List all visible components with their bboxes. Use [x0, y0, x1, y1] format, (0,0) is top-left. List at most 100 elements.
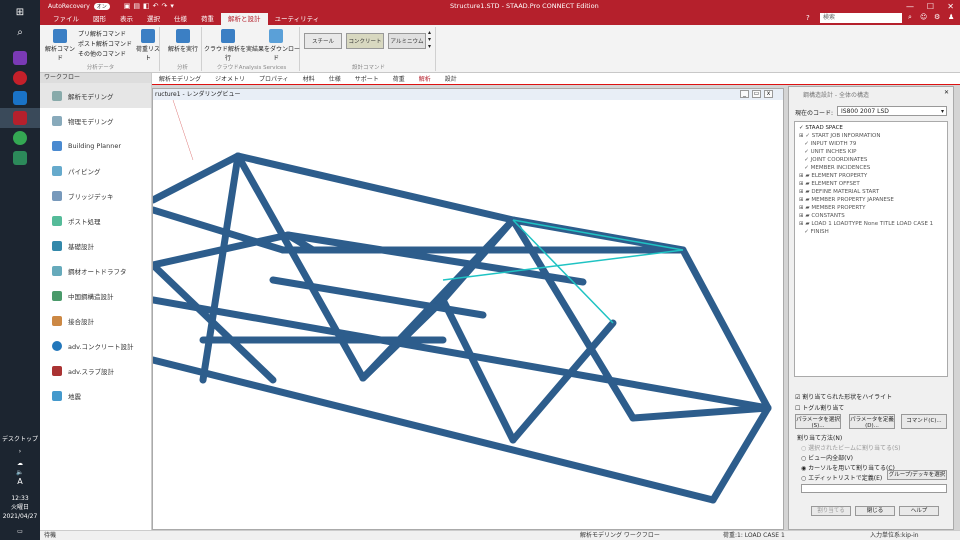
select-params-button[interactable]: パラメータを選択(S)...	[795, 414, 841, 429]
tree-node[interactable]: ⊞ ▰ ELEMENT OFFSET	[799, 180, 943, 188]
code-select[interactable]: IS800 2007 LSD ▾	[837, 106, 947, 116]
highlight-checkbox[interactable]: ☑ 割り当てられた形状をハイライト	[795, 392, 892, 401]
maximize-button[interactable]: ☐	[927, 2, 934, 11]
page-tab-design[interactable]: 設計	[438, 74, 464, 83]
workflow-item[interactable]: adv.コンクリート設計	[40, 333, 151, 358]
workflow-item[interactable]: 物理モデリング	[40, 108, 151, 133]
search-icon[interactable]: ⌕	[908, 13, 912, 22]
analysis-command-button[interactable]: 解析コマンド	[44, 29, 76, 62]
workflow-item[interactable]: adv.スラブ設計	[40, 358, 151, 383]
rendering-viewport[interactable]: ructure1 - レンダリングビュー _ ▭ x	[152, 88, 784, 530]
tab-view[interactable]: 表示	[113, 13, 140, 25]
radio-all-in-view[interactable]: ○ ビュー内全部(V)	[801, 453, 853, 462]
workflow-item[interactable]: ブリッジデッキ	[40, 183, 151, 208]
workflow-item[interactable]: ポスト処理	[40, 208, 151, 233]
tree-node[interactable]: ⊞ ▰ DEFINE MATERIAL START	[799, 188, 943, 196]
close-panel-button[interactable]: 閉じる	[855, 506, 895, 516]
pre-analysis-command-button[interactable]: プリ解析コマンド	[78, 29, 126, 38]
viewport-restore-button[interactable]: ▭	[752, 90, 761, 98]
onedrive-icon[interactable]: ☁	[0, 459, 40, 468]
app-icon[interactable]	[0, 148, 40, 168]
tab-utility[interactable]: ユーティリティ	[268, 13, 327, 25]
cloud-run-button[interactable]: クラウド解析を実行	[204, 29, 252, 62]
command-tree[interactable]: ✓ STAAD SPACE ⊞ ✓ START JOB INFORMATION …	[794, 121, 948, 377]
tree-node[interactable]: ✓ STAAD SPACE	[799, 124, 943, 132]
close-button[interactable]: ✕	[947, 2, 954, 11]
tree-node[interactable]: ⊞ ▰ MEMBER PROPERTY	[799, 204, 943, 212]
workflow-item[interactable]: 地震	[40, 383, 151, 408]
assign-button[interactable]: 割り当てる	[811, 506, 851, 516]
tab-load[interactable]: 荷重	[194, 13, 221, 25]
tree-node[interactable]: ✓ INPUT WIDTH 79	[799, 140, 943, 148]
onenote-app-icon[interactable]	[0, 48, 40, 68]
viewport-minimize-button[interactable]: _	[740, 90, 749, 98]
tree-node[interactable]: ⊞ ▰ LOAD 1 LOADTYPE None TITLE LOAD CASE…	[799, 220, 943, 228]
tab-select[interactable]: 選択	[140, 13, 167, 25]
page-tab-analysis[interactable]: 解析	[412, 74, 438, 83]
page-tab-spec[interactable]: 仕様	[322, 74, 348, 83]
workflow-item[interactable]: パイピング	[40, 158, 151, 183]
tree-node[interactable]: ✓ FINISH	[799, 228, 943, 236]
settings-icon[interactable]: ⚙	[934, 13, 940, 21]
help-button[interactable]: ヘルプ	[899, 506, 939, 516]
concrete-button[interactable]: コンクリート	[346, 33, 384, 49]
ime-indicator[interactable]: A	[0, 477, 40, 486]
workflow-item[interactable]: 接合設計	[40, 308, 151, 333]
toggle-assign-checkbox[interactable]: ☐ トグル割り当て	[795, 403, 844, 412]
post-analysis-command-button[interactable]: ポスト解析コマンド	[78, 39, 132, 48]
page-tab-support[interactable]: サポート	[348, 74, 386, 83]
truss-model[interactable]	[153, 100, 784, 530]
tab-file[interactable]: ファイル	[46, 13, 86, 25]
workflow-item[interactable]: 解析モデリング	[40, 83, 151, 108]
staad-app-icon[interactable]	[0, 108, 40, 128]
tab-spec[interactable]: 仕様	[167, 13, 194, 25]
tree-node[interactable]: ✓ JOINT COORDINATES	[799, 156, 943, 164]
radio-edit-list[interactable]: ○ エディットリストで定義(E)	[801, 473, 882, 482]
steel-button[interactable]: スチール	[304, 33, 342, 49]
notification-icon[interactable]: ▭	[0, 527, 40, 536]
tab-analysis-design[interactable]: 解析と設計	[221, 13, 268, 25]
desktop-label[interactable]: デスクトップ	[0, 435, 40, 444]
workflow-item[interactable]: Building Planner	[40, 133, 151, 158]
search-icon[interactable]: ⌕	[0, 22, 40, 42]
run-analysis-button[interactable]: 解析を実行	[166, 29, 200, 53]
radio-selected-beams[interactable]: ○ 選択されたビームに割り当てる(S)	[801, 443, 900, 452]
gallery-scroll-button[interactable]: ▴ ▾ ▾	[428, 29, 431, 50]
edit-list-input[interactable]	[801, 484, 947, 493]
volume-icon[interactable]: 🔈	[0, 468, 40, 477]
search-field[interactable]: 検索	[820, 13, 902, 23]
workflow-item[interactable]: 鋼材オートドラフタ	[40, 258, 151, 283]
workflow-item[interactable]: 中国鋼構造設計	[40, 283, 151, 308]
outlook-app-icon[interactable]	[0, 88, 40, 108]
autorecovery-toggle[interactable]: オン	[93, 2, 110, 10]
tree-node[interactable]: ⊞ ▰ MEMBER PROPERTY JAPANESE	[799, 196, 943, 204]
tree-node[interactable]: ⊞ ▰ CONSTANTS	[799, 212, 943, 220]
account-icon[interactable]: ☺	[920, 13, 927, 21]
define-params-button[interactable]: パラメータを定義(D)...	[849, 414, 895, 429]
opera-app-icon[interactable]	[0, 68, 40, 88]
tree-node[interactable]: ✓ MEMBER INCIDENCES	[799, 164, 943, 172]
page-tab-load[interactable]: 荷重	[386, 74, 412, 83]
page-tab-geometry[interactable]: ジオメトリ	[208, 74, 252, 83]
select-group-button[interactable]: グループ/デッキを選択	[887, 470, 947, 480]
radio-cursor[interactable]: ◉ カーソルを用いて割り当てる(C)	[801, 463, 895, 472]
clock-time[interactable]: 12:33	[0, 494, 40, 503]
panel-close-button[interactable]: ✕	[944, 89, 949, 96]
load-list-button[interactable]: 荷重リスト	[136, 29, 160, 62]
tree-node[interactable]: ✓ UNIT INCHES KIP	[799, 148, 943, 156]
page-tab-modeling[interactable]: 解析モデリング	[152, 74, 208, 83]
viewport-close-button[interactable]: x	[764, 90, 773, 98]
page-tab-material[interactable]: 材料	[296, 74, 322, 83]
start-icon[interactable]: ⊞	[0, 2, 40, 22]
tree-node[interactable]: ⊞ ▰ ELEMENT PROPERTY	[799, 172, 943, 180]
other-command-button[interactable]: その他のコマンド	[78, 49, 126, 58]
download-results-button[interactable]: 結果をダウンロード	[252, 29, 300, 62]
workflow-item[interactable]: 基礎設計	[40, 233, 151, 258]
help-icon[interactable]: ?	[806, 14, 810, 22]
page-tab-property[interactable]: プロパティ	[252, 74, 296, 83]
tab-geometry[interactable]: 図形	[86, 13, 113, 25]
tree-node[interactable]: ⊞ ✓ START JOB INFORMATION	[799, 132, 943, 140]
chrome-app-icon[interactable]	[0, 128, 40, 148]
minimize-button[interactable]: —	[906, 2, 914, 11]
command-button[interactable]: コマンド(C)...	[901, 414, 947, 429]
